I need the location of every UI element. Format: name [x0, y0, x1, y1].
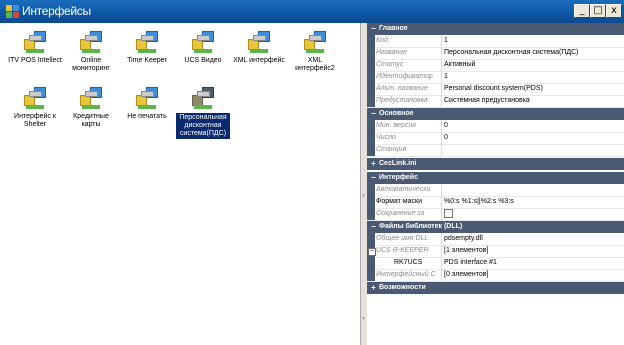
icon-label: Интерфейс к Shelter: [14, 113, 56, 128]
category-dll[interactable]: − Файлы библиотек (DLL): [367, 221, 624, 233]
category-interface[interactable]: − Интерфейс: [367, 172, 624, 184]
category-basic[interactable]: − Основное: [367, 108, 624, 120]
property-row[interactable]: Станция: [367, 144, 624, 157]
icon-label: Персональная дисконтная система(ПДС): [176, 113, 230, 139]
icon-item-ucs-video[interactable]: UCS Видео: [176, 31, 230, 65]
property-value[interactable]: [1 элементов]: [441, 245, 624, 257]
close-button[interactable]: x: [606, 4, 622, 18]
icon-item-pds-selected[interactable]: Персональная дисконтная система(ПДС): [176, 87, 230, 139]
icon-label: UCS Видео: [184, 57, 222, 64]
interface-icon: [136, 87, 158, 111]
icon-label: ITV POS Intellect: [8, 57, 62, 64]
icon-label: Time Keeper: [127, 57, 167, 64]
icon-label: Online мониторинг: [72, 57, 110, 72]
property-value[interactable]: Персональная дисконтная система(ПДС): [441, 47, 624, 59]
icon-item-shelter[interactable]: Интерфейс к Shelter: [8, 87, 62, 129]
property-value[interactable]: [441, 184, 624, 196]
interface-icon: [304, 31, 326, 55]
property-value[interactable]: %0:s %1:s||%2:s %3:s: [441, 196, 624, 208]
icon-item-itv-pos[interactable]: ITV POS Intellect: [8, 31, 62, 65]
property-value[interactable]: 0: [441, 120, 624, 132]
property-name: Статус: [376, 61, 404, 68]
property-name: Число: [376, 134, 396, 141]
property-name: Альт. название: [376, 85, 428, 92]
property-value[interactable]: 0: [441, 132, 624, 144]
interface-icon: [80, 31, 102, 55]
property-value[interactable]: [0 элементов]: [441, 269, 624, 281]
interface-icon: [136, 31, 158, 55]
window-title: Интерфейсы: [22, 4, 91, 18]
property-value[interactable]: pdsempty.dll: [441, 233, 624, 245]
category-capabilities[interactable]: + Возможности: [367, 282, 624, 294]
expand-icon[interactable]: +: [370, 160, 377, 168]
collapse-arrow-icon[interactable]: ›: [361, 193, 366, 199]
icon-item-online[interactable]: Online мониторинг: [64, 31, 118, 73]
property-row[interactable]: Сохранение за: [367, 208, 624, 221]
minimize-button[interactable]: _: [574, 4, 590, 18]
category-main[interactable]: − Главное: [367, 23, 624, 35]
category-label: Главное: [379, 25, 408, 32]
title-bar: Интерфейсы _ □ x: [0, 0, 624, 23]
interfaces-icon-pane[interactable]: ITV POS Intellect Online мониторинг Time…: [0, 23, 361, 345]
collapse-icon[interactable]: −: [370, 223, 377, 231]
icon-item-time-keeper[interactable]: Time Keeper: [120, 31, 174, 65]
property-name: UCS R-KEEPER: [376, 247, 429, 254]
property-row[interactable]: Интерфейсный С [0 элементов]: [367, 269, 624, 282]
property-name: Общее имя DLL: [376, 235, 429, 242]
property-value[interactable]: 1: [441, 35, 624, 47]
property-name: Идентификатор: [376, 73, 433, 80]
icon-item-xml2[interactable]: XML интерфейс2: [288, 31, 342, 73]
icon-label: XML интерфейс2: [295, 57, 335, 72]
minus-expander-icon[interactable]: −: [368, 248, 376, 256]
property-value[interactable]: [441, 144, 624, 156]
category-label: Файлы библиотек (DLL): [379, 223, 463, 230]
property-value[interactable]: Системная предустановка: [441, 95, 624, 107]
property-name: Предустановка: [376, 97, 428, 104]
icon-label: Не печатать: [127, 113, 167, 120]
collapse-icon[interactable]: −: [370, 174, 377, 182]
app-icon: [6, 5, 19, 18]
collapse-arrow-icon[interactable]: ›: [361, 316, 366, 322]
interface-icon: [24, 31, 46, 55]
restore-button[interactable]: □: [590, 4, 606, 18]
collapse-icon[interactable]: −: [370, 110, 377, 118]
icon-item-credit-cards[interactable]: Кредитные карты: [64, 87, 118, 129]
interface-icon: [192, 87, 214, 111]
collapse-icon[interactable]: −: [370, 25, 377, 33]
category-label: Возможности: [379, 284, 426, 291]
category-label: CecLink.ini: [379, 160, 417, 167]
property-name: Код: [376, 37, 388, 44]
property-value[interactable]: PDS interface #1: [441, 257, 624, 269]
property-grid[interactable]: − Главное Код 1 Название Персональная ди…: [367, 23, 624, 345]
property-row[interactable]: Предустановка Системная предустановка: [367, 95, 624, 108]
property-value[interactable]: 1: [441, 71, 624, 83]
property-name: Сохранение за: [376, 210, 425, 217]
category-label: Основное: [379, 110, 414, 117]
icon-label: XML интерфейс: [233, 57, 285, 64]
property-name: Мин. версия: [376, 122, 416, 129]
icon-item-xml[interactable]: XML интерфейс: [232, 31, 286, 65]
interface-icon: [24, 87, 46, 111]
property-name: Формат маски: [376, 198, 422, 205]
category-label: Интерфейс: [379, 174, 418, 181]
property-value[interactable]: Активный: [441, 59, 624, 71]
property-value[interactable]: Personal discount system(PDS): [441, 83, 624, 95]
property-name: Название: [376, 49, 408, 56]
property-name: RK7UCS: [394, 259, 423, 266]
category-ceclink[interactable]: + CecLink.ini: [367, 158, 624, 170]
icon-item-no-print[interactable]: Не печатать: [120, 87, 174, 121]
property-name: Станция: [376, 146, 407, 153]
expand-icon[interactable]: +: [370, 284, 377, 292]
interface-icon: [248, 31, 270, 55]
property-name: Автоматически: [376, 186, 431, 193]
icon-label: Кредитные карты: [73, 113, 109, 128]
interface-icon: [80, 87, 102, 111]
save-checkbox[interactable]: [444, 208, 453, 218]
interface-icon: [192, 31, 214, 55]
property-name: Интерфейсный С: [376, 271, 436, 278]
